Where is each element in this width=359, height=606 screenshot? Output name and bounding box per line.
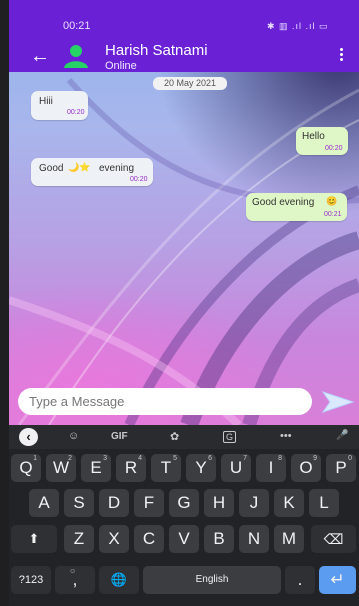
message-bubble-outgoing[interactable]: Good evening 😊 00:21: [246, 193, 347, 221]
status-icons: ✱ ▥ .ıl .ıl ▭: [267, 21, 329, 31]
key-k[interactable]: K: [274, 489, 304, 517]
message-time: 00:21: [324, 211, 342, 218]
overflow-menu-icon[interactable]: [340, 48, 344, 63]
key-f[interactable]: F: [134, 489, 164, 517]
message-text: Hiii: [39, 96, 53, 107]
send-icon[interactable]: [321, 388, 355, 416]
key-g[interactable]: G: [169, 489, 199, 517]
avatar-icon[interactable]: [63, 44, 89, 68]
app-screen: 00:21 ✱ ▥ .ıl .ıl ▭ ← Harish Satnami Onl…: [9, 0, 359, 606]
shift-key[interactable]: ⬆: [11, 525, 57, 553]
message-bubble-outgoing[interactable]: Hello 00:20: [296, 127, 348, 155]
key-x[interactable]: X: [99, 525, 129, 553]
key-d[interactable]: D: [99, 489, 129, 517]
microphone-icon[interactable]: 🎤: [336, 430, 348, 441]
key-r[interactable]: R4: [116, 454, 146, 482]
soft-keyboard: ‹ ☺ GIF ✿ G ••• 🎤 Q1 W2 E3 R4 T5 Y6 U7 I…: [9, 425, 359, 606]
key-s[interactable]: S: [64, 489, 94, 517]
backspace-key[interactable]: ⌫: [311, 525, 356, 553]
contact-name[interactable]: Harish Satnami: [105, 42, 208, 59]
message-composer: [18, 388, 312, 415]
enter-key[interactable]: ↵: [319, 566, 356, 594]
message-text-continued: evening: [99, 163, 135, 174]
message-text: Good: [39, 163, 64, 174]
message-time: 00:20: [67, 109, 85, 116]
key-b[interactable]: B: [204, 525, 234, 553]
key-p[interactable]: P0: [326, 454, 356, 482]
key-m[interactable]: M: [274, 525, 304, 553]
key-l[interactable]: L: [309, 489, 339, 517]
presence-status: Online: [105, 60, 137, 72]
status-time: 00:21: [63, 20, 91, 32]
gif-button[interactable]: GIF: [111, 431, 128, 442]
message-time: 00:20: [130, 176, 148, 183]
message-text: Hello: [302, 131, 325, 142]
key-u[interactable]: U7: [221, 454, 251, 482]
message-input[interactable]: [29, 393, 299, 410]
key-c[interactable]: C: [134, 525, 164, 553]
translate-icon[interactable]: G: [223, 431, 237, 443]
key-y[interactable]: Y6: [186, 454, 216, 482]
key-v[interactable]: V: [169, 525, 199, 553]
keyboard-toolbar: ‹ ☺ GIF ✿ G ••• 🎤: [9, 425, 359, 449]
key-h[interactable]: H: [204, 489, 234, 517]
key-n[interactable]: N: [239, 525, 269, 553]
moon-star-emoji-icon: 🌙⭐: [68, 162, 91, 172]
more-options-icon[interactable]: •••: [280, 430, 292, 442]
message-bubble-incoming[interactable]: Hiii 00:20: [31, 91, 88, 120]
key-t[interactable]: T5: [151, 454, 181, 482]
app-header: 00:21 ✱ ▥ .ıl .ıl ▭ ← Harish Satnami Onl…: [9, 0, 359, 72]
back-arrow-icon[interactable]: ←: [30, 46, 50, 66]
message-bubble-incoming[interactable]: Good 🌙⭐ evening 00:20: [31, 158, 153, 186]
globe-language-icon[interactable]: 🌐: [99, 566, 139, 594]
date-chip: 20 May 2021: [153, 77, 227, 90]
key-z[interactable]: Z: [64, 525, 94, 553]
smile-emoji-icon: 😊: [326, 196, 338, 206]
settings-gear-icon[interactable]: ✿: [170, 430, 179, 443]
symbols-key[interactable]: ?123: [11, 566, 51, 594]
key-i[interactable]: I8: [256, 454, 286, 482]
key-w[interactable]: W2: [46, 454, 76, 482]
key-j[interactable]: J: [239, 489, 269, 517]
spacebar-key[interactable]: English: [143, 566, 281, 594]
key-o[interactable]: O9: [291, 454, 321, 482]
key-q[interactable]: Q1: [11, 454, 41, 482]
collapse-keyboard-icon[interactable]: ‹: [19, 428, 38, 446]
emoji-hint-icon: ☺: [69, 568, 77, 575]
sticker-icon[interactable]: ☺: [68, 430, 79, 442]
message-text: Good evening: [252, 197, 315, 208]
message-time: 00:20: [325, 145, 343, 152]
key-e[interactable]: E3: [81, 454, 111, 482]
period-key[interactable]: .: [285, 566, 315, 594]
comma-key[interactable]: , ☺: [55, 566, 95, 594]
key-a[interactable]: A: [29, 489, 59, 517]
